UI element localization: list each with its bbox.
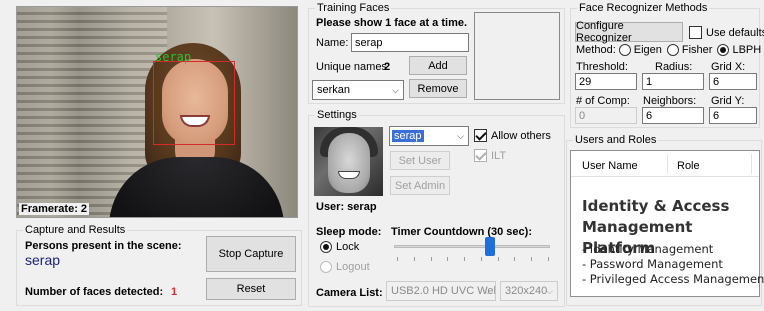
face-recognizer-title: Face Recognizer Methods (577, 2, 710, 15)
stop-capture-button[interactable]: Stop Capture (206, 236, 296, 272)
sleep-mode-label: Sleep mode: (316, 226, 382, 238)
add-button[interactable]: Add (409, 56, 467, 75)
persons-present-value: serap (25, 252, 61, 268)
logout-option[interactable]: Logout (320, 261, 370, 273)
set-admin-button[interactable]: Set Admin (390, 176, 450, 195)
method-label: Method: (576, 44, 616, 56)
set-user-button[interactable]: Set User (390, 151, 450, 170)
name-input[interactable]: serap (351, 33, 469, 52)
lock-label: Lock (336, 241, 360, 253)
chevron-down-icon: ⌵ (392, 85, 399, 95)
feature-item: - Identity Management (582, 242, 714, 256)
user-dropdown-value: serap (392, 130, 424, 142)
lbph-label: LBPH (732, 44, 762, 56)
timer-slider-thumb[interactable] (485, 237, 495, 256)
neighbors-input[interactable]: 6 (642, 107, 704, 124)
face-detection-box (153, 61, 235, 145)
thumbnail-face (328, 133, 370, 193)
user-dropdown[interactable]: serap ⌵ (389, 126, 469, 146)
ilt-row[interactable]: ILT (474, 149, 506, 162)
allow-others-checkbox[interactable] (474, 129, 487, 142)
eigen-radio[interactable] (618, 44, 631, 56)
method-row: Method: Eigen Fisher LBPH (576, 44, 761, 56)
camera-dropdown[interactable]: USB2.0 HD UVC Wel ⌵ (386, 281, 496, 301)
lock-radio[interactable] (320, 241, 332, 253)
names-dropdown-value: serkan (317, 84, 351, 96)
timer-slider-track[interactable] (394, 245, 550, 248)
components-input[interactable]: 0 (575, 107, 637, 124)
eigen-label: Eigen (633, 44, 662, 56)
timer-slider-ticks (397, 257, 549, 261)
radius-input[interactable]: 1 (642, 73, 704, 90)
use-defaults-row[interactable]: Use defaults (689, 26, 764, 39)
fisher-label: Fisher (681, 44, 713, 56)
unique-names-value: 2 (384, 61, 391, 73)
feature-item: - Password Management (582, 257, 723, 271)
threshold-input[interactable]: 29 (575, 73, 637, 90)
chevron-down-icon: ⌵ (457, 131, 464, 141)
faces-detected-value: 1 (171, 286, 178, 298)
fisher-radio[interactable] (666, 44, 679, 56)
name-label: Name: (316, 37, 349, 49)
allow-others-row[interactable]: Allow others (474, 129, 551, 142)
unique-names-label: Unique names: (316, 61, 390, 73)
reset-button[interactable]: Reset (206, 278, 296, 300)
training-face-preview (474, 12, 560, 100)
feature-item: - Privileged Access Management (582, 272, 764, 286)
column-header-user-name[interactable]: User Name (582, 160, 638, 172)
resolution-dropdown-value: 320x240 (505, 285, 548, 297)
column-header-role[interactable]: Role (677, 160, 700, 172)
training-instruction: Please show 1 face at a time. (316, 17, 468, 29)
allow-others-label: Allow others (491, 129, 551, 142)
chevron-down-icon: ⌵ (546, 286, 553, 296)
ilt-label: ILT (491, 149, 507, 162)
use-defaults-checkbox[interactable] (689, 26, 702, 39)
camera-list-label: Camera List: (316, 287, 383, 299)
logout-radio[interactable] (320, 261, 332, 273)
timer-countdown-label: Timer Countdown (30 sec): (391, 226, 532, 238)
platform-features-list: - Identity Management - Password Managem… (582, 242, 764, 287)
faces-detected-label: Number of faces detected: (25, 286, 164, 298)
use-defaults-label: Use defaults (706, 26, 764, 39)
training-faces-title: Training Faces (315, 2, 392, 15)
column-separator (751, 154, 752, 174)
remove-button[interactable]: Remove (409, 79, 467, 98)
column-separator (667, 154, 668, 174)
camera-dropdown-value: USB2.0 HD UVC Wel (391, 285, 496, 297)
current-user-label: User: serap (316, 201, 377, 213)
lock-option[interactable]: Lock (320, 241, 359, 253)
framerate-label: Framerate: 2 (19, 203, 90, 215)
capture-results-title: Capture and Results (23, 224, 128, 237)
user-face-thumbnail (314, 127, 383, 196)
face-recognition-label: serap (155, 50, 192, 64)
users-list-header: User Name Role (571, 151, 759, 177)
ilt-checkbox[interactable] (474, 149, 487, 162)
logout-label: Logout (336, 261, 370, 273)
gridy-input[interactable]: 6 (709, 107, 757, 124)
lbph-radio[interactable] (717, 44, 730, 56)
resolution-dropdown[interactable]: 320x240 ⌵ (500, 281, 558, 301)
gridx-input[interactable]: 6 (709, 73, 757, 90)
camera-preview: serap Framerate: 2 (16, 6, 298, 218)
users-roles-title: Users and Roles (573, 134, 659, 147)
configure-recognizer-button[interactable]: Configure Recognizer (575, 20, 683, 44)
settings-title: Settings (315, 109, 359, 122)
names-dropdown[interactable]: serkan ⌵ (312, 80, 404, 100)
chevron-down-icon: ⌵ (484, 286, 491, 296)
